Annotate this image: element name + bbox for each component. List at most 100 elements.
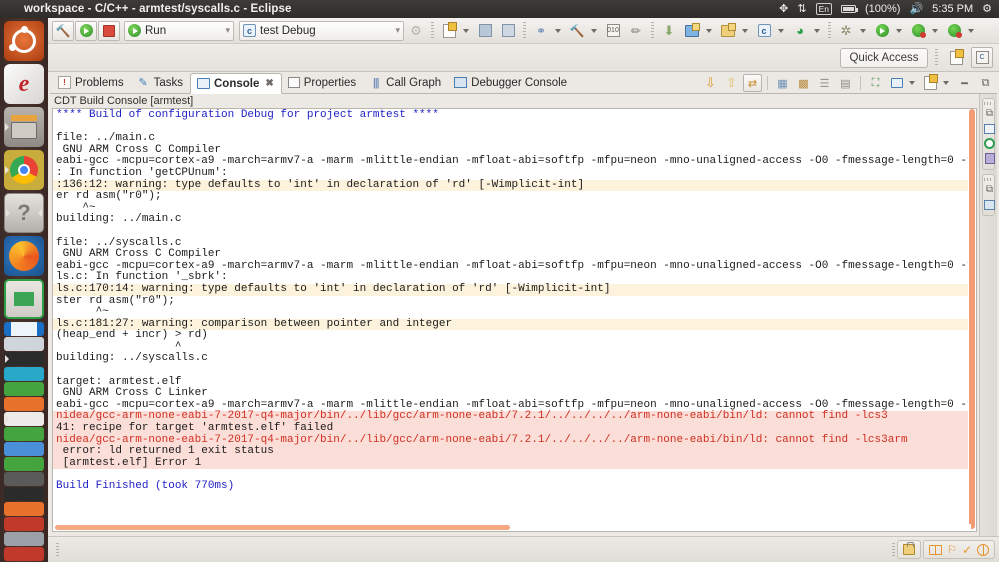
restore-2-icon[interactable]: ⧉ (983, 183, 996, 196)
skip-breakpoints-icon[interactable]: ✏ (625, 21, 647, 41)
launcher-item-text-editor[interactable] (4, 412, 44, 426)
launcher-item-chrome[interactable] (4, 150, 44, 190)
hammer-build-icon[interactable]: 🔨 (52, 20, 74, 41)
binary-010-icon[interactable]: 010 (602, 21, 624, 41)
launcher-item-help[interactable]: ? (4, 193, 44, 233)
tab-call-graph[interactable]: ||| Call Graph (363, 72, 448, 93)
new-console-dropdown-icon[interactable] (942, 74, 953, 92)
open-type-dropdown-icon[interactable] (704, 21, 716, 41)
scrollbar-thumb[interactable] (969, 109, 975, 529)
display-console-icon[interactable] (887, 74, 906, 92)
system-gear-icon[interactable]: ⚙ (982, 3, 992, 15)
battery-icon[interactable] (840, 5, 858, 13)
tab-debugger-console[interactable]: Debugger Console (448, 72, 574, 93)
launch-settings-gear-icon[interactable]: ⚙ (405, 21, 427, 41)
save-all-icon[interactable] (497, 21, 519, 41)
launcher-item-firefox[interactable] (4, 236, 44, 276)
launcher-item-qt-creator[interactable] (4, 382, 44, 396)
debug-launch-icon[interactable] (907, 21, 929, 41)
tab-properties[interactable]: Properties (282, 72, 363, 93)
launcher-item-libreoffice-calc[interactable] (4, 279, 44, 319)
clear-console-icon[interactable]: ▦ (773, 74, 792, 92)
launcher-item-wave-app[interactable] (4, 502, 44, 516)
toolbar-drag-handle-2[interactable] (523, 21, 526, 40)
stop-icon[interactable] (98, 20, 120, 41)
run-green-icon[interactable] (871, 21, 893, 41)
status-drag-handle-2[interactable] (892, 542, 896, 557)
book-icon[interactable] (929, 544, 943, 555)
open-c-element-icon[interactable]: c (753, 21, 775, 41)
launch-config-combo[interactable]: c test Debug ▾ (239, 20, 404, 41)
new-wizard-icon[interactable] (438, 21, 460, 41)
run-green-dropdown-icon[interactable] (894, 21, 906, 41)
profile-launch-dropdown-icon[interactable] (966, 21, 978, 41)
maximize-icon[interactable]: ⧉ (976, 74, 995, 92)
hammer-dropdown-icon[interactable] (589, 21, 601, 41)
launcher-item-files[interactable] (4, 107, 44, 147)
scrollbar-thumb[interactable] (55, 525, 510, 530)
volume-icon[interactable]: 🔊 (909, 3, 923, 15)
run-play-icon[interactable] (75, 20, 97, 41)
console-output-box[interactable]: **** Build of configuration Debug for pr… (52, 108, 977, 532)
status-drag-handle[interactable] (56, 542, 59, 557)
console-vertical-scrollbar[interactable] (968, 109, 976, 531)
launcher-item-red-app[interactable] (4, 517, 44, 531)
restore-icon[interactable]: ⧉ (983, 107, 996, 120)
launcher-item-dark-app[interactable] (4, 352, 44, 366)
tab-console[interactable]: Console ✖ (189, 73, 282, 94)
launcher-item-skype[interactable] (4, 367, 44, 381)
memory-view-icon[interactable] (983, 152, 996, 165)
minimize-icon[interactable]: ━ (955, 74, 974, 92)
run-config-combo[interactable]: Run ▾ (124, 20, 234, 41)
debug-history-icon[interactable]: ⚭ (530, 21, 552, 41)
search-dropdown-icon[interactable] (812, 21, 824, 41)
save-icon[interactable] (474, 21, 496, 41)
new-perspective-icon[interactable] (945, 47, 967, 68)
outline-view-icon[interactable] (983, 122, 996, 135)
debug-history-dropdown-icon[interactable] (553, 21, 565, 41)
console-horizontal-scrollbar[interactable] (53, 524, 971, 531)
new-wizard-dropdown-icon[interactable] (461, 21, 473, 41)
close-icon[interactable]: ✖ (265, 78, 273, 89)
bluetooth-icon[interactable]: ✥ (779, 3, 788, 15)
open-console-icon[interactable]: ⛶ (866, 74, 885, 92)
globe-icon[interactable] (977, 543, 989, 556)
tab-problems[interactable]: ! Problems (52, 72, 131, 93)
search-g-icon[interactable]: ◕ (789, 21, 811, 41)
layout-view-icon[interactable] (983, 198, 996, 211)
launcher-item-terminal[interactable] (4, 472, 44, 486)
tab-tasks[interactable]: ✎ Tasks (131, 72, 190, 93)
toolbar-drag-handle-3[interactable] (651, 21, 654, 40)
launcher-item-disk-usage[interactable] (4, 427, 44, 441)
quick-access-input[interactable]: Quick Access (840, 47, 928, 68)
launcher-item-tz-app[interactable] (4, 547, 44, 561)
toolbar-drag-handle-4[interactable] (828, 21, 831, 40)
target-view-icon[interactable] (983, 137, 996, 150)
scroll-lock-icon[interactable]: ⇄ (743, 74, 762, 92)
launcher-item-glasses-app[interactable] (4, 487, 44, 501)
writable-lock-icon[interactable] (903, 542, 916, 555)
debug-launch-dropdown-icon[interactable] (930, 21, 942, 41)
scroll-up-icon[interactable]: ⇧ (722, 74, 741, 92)
perspective-drag-handle[interactable] (935, 48, 938, 67)
clock-label[interactable]: 5:35 PM (932, 3, 973, 15)
new-console-view-icon[interactable] (921, 74, 940, 92)
launcher-item-archive-manager[interactable] (4, 397, 44, 411)
word-wrap-icon[interactable]: ☰ (815, 74, 834, 92)
cpp-perspective-icon[interactable]: C (971, 47, 993, 68)
launcher-item-eclipse[interactable]: e (4, 64, 44, 104)
launcher-item-browser-app[interactable] (4, 442, 44, 456)
fast-view-handle-2[interactable] (984, 178, 993, 181)
profile-launch-icon[interactable] (943, 21, 965, 41)
import-icon[interactable]: ⬇ (658, 21, 680, 41)
open-resource-dropdown-icon[interactable] (740, 21, 752, 41)
toolbar-drag-handle[interactable] (431, 21, 434, 40)
flag-icon[interactable]: ⚐ (947, 543, 957, 556)
network-updown-icon[interactable]: ⇅ (797, 3, 806, 15)
scroll-down-icon[interactable]: ⇩ (701, 74, 720, 92)
open-resource-icon[interactable] (717, 21, 739, 41)
pen-icon[interactable]: ✓ (962, 543, 972, 557)
open-c-element-dropdown-icon[interactable] (776, 21, 788, 41)
launcher-item-system-monitor[interactable] (4, 322, 44, 336)
display-console-dropdown-icon[interactable] (908, 74, 919, 92)
